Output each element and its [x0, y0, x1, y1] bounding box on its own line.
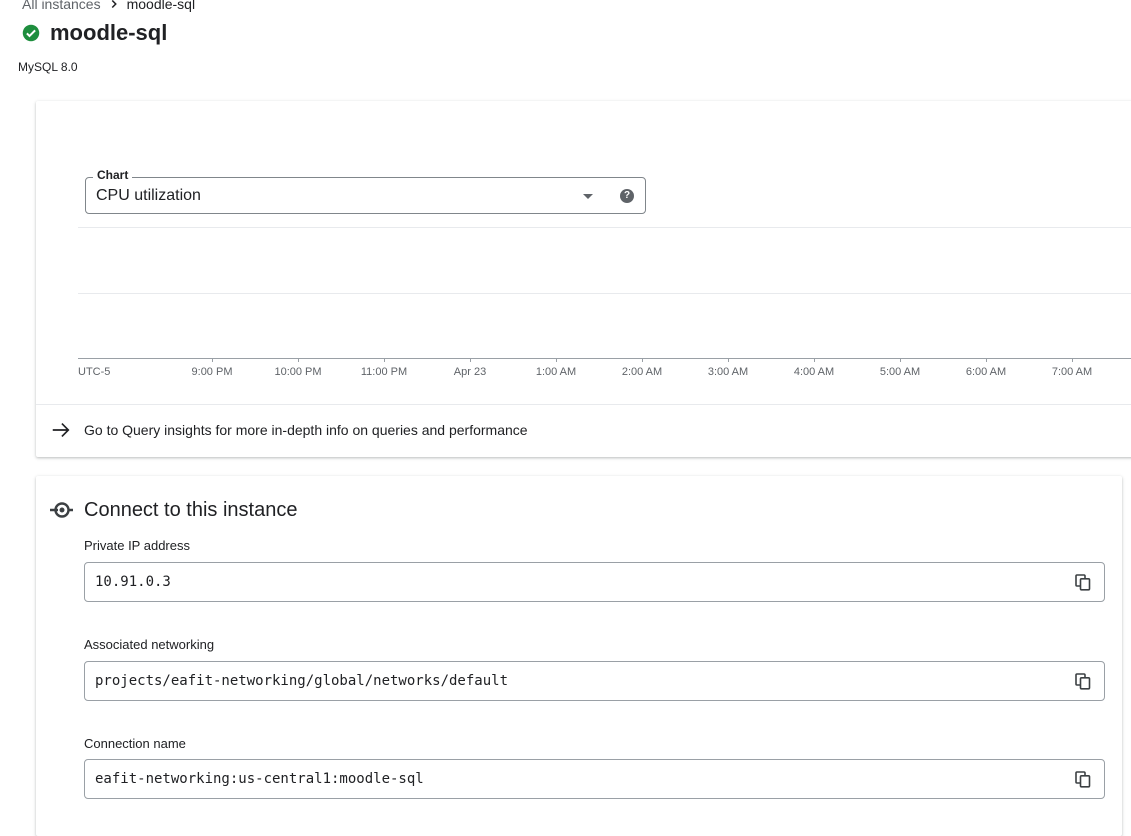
connection-icon [50, 502, 73, 518]
chart-tick-mark [728, 358, 729, 362]
chart-tick-label: 5:00 AM [879, 366, 921, 378]
chart-tick-label: 9:00 PM [191, 366, 233, 378]
instance-version: MySQL 8.0 [18, 60, 78, 74]
copy-icon[interactable] [1075, 673, 1091, 690]
chart-tick-mark [642, 358, 643, 362]
connection-name-field: eafit-networking:us-central1:moodle-sql [84, 759, 1105, 799]
chart-tick-label: Apr 23 [453, 366, 487, 378]
chart-tick-mark [212, 358, 213, 362]
chart-select-value: CPU utilization [96, 187, 201, 204]
chart-tick-mark [814, 358, 815, 362]
chart-tick-label: 3:00 AM [707, 366, 749, 378]
breadcrumb-current: moodle-sql [126, 0, 196, 12]
dropdown-arrow-icon[interactable] [583, 194, 593, 199]
chart-tick-label: 7:00 AM [1051, 366, 1093, 378]
copy-icon[interactable] [1075, 771, 1091, 788]
chart-tick-mark [986, 358, 987, 362]
page-title: moodle-sql [50, 20, 168, 45]
chart-tick-mark [298, 358, 299, 362]
chart-tick-label: 2:00 AM [621, 366, 663, 378]
query-insights-link-text: Go to Query insights for more in-depth i… [84, 422, 528, 438]
breadcrumb-all-instances-link[interactable]: All instances [22, 0, 101, 12]
chart-tick-mark [900, 358, 901, 362]
chart-tick-mark [384, 358, 385, 362]
chart-tick-label: 11:00 PM [360, 366, 408, 378]
chart-timezone-label: UTC-5 [78, 366, 111, 378]
connect-card: Connect to this instance Private IP addr… [36, 476, 1122, 836]
help-icon[interactable]: ? [620, 189, 634, 203]
copy-icon[interactable] [1075, 574, 1091, 591]
chart-gridline [78, 293, 1131, 294]
breadcrumb: All instances moodle-sql [22, 0, 195, 12]
private-ip-value[interactable]: 10.91.0.3 [95, 574, 171, 590]
connect-header: Connect to this instance [48, 497, 297, 523]
chart-tick-label: 6:00 AM [965, 366, 1007, 378]
chart-tick-mark [556, 358, 557, 362]
chart-tick-mark [470, 358, 471, 362]
divider [36, 404, 1131, 405]
connection-name-value[interactable]: eafit-networking:us-central1:moodle-sql [95, 771, 424, 787]
chevron-right-icon [111, 0, 117, 9]
chart-tick-mark [1072, 358, 1073, 362]
associated-networking-label: Associated networking [84, 637, 215, 652]
chart-x-axis [78, 358, 1131, 359]
chart-select[interactable]: Chart CPU utilization ? [85, 168, 646, 214]
chart-gridline [78, 227, 1131, 228]
connection-name-label: Connection name [84, 736, 186, 751]
connect-title: Connect to this instance [84, 498, 298, 521]
associated-networking-value[interactable]: projects/eafit-networking/global/network… [95, 673, 508, 689]
page-title-row: moodle-sql [22, 20, 167, 46]
metrics-card: Chart CPU utilization ? UTC-5 9:00 PM 10:… [36, 101, 1131, 457]
associated-networking-field: projects/eafit-networking/global/network… [84, 661, 1105, 701]
private-ip-label: Private IP address [84, 538, 190, 553]
chart-select-label: Chart [93, 168, 133, 182]
private-ip-field: 10.91.0.3 [84, 562, 1105, 602]
arrow-forward-icon [52, 422, 70, 438]
chart-tick-label: 1:00 AM [535, 366, 577, 378]
chart-tick-label: 4:00 AM [793, 366, 835, 378]
check-circle-icon [22, 24, 40, 42]
query-insights-link[interactable]: Go to Query insights for more in-depth i… [50, 419, 528, 441]
chart-tick-label: 10:00 PM [274, 366, 322, 378]
